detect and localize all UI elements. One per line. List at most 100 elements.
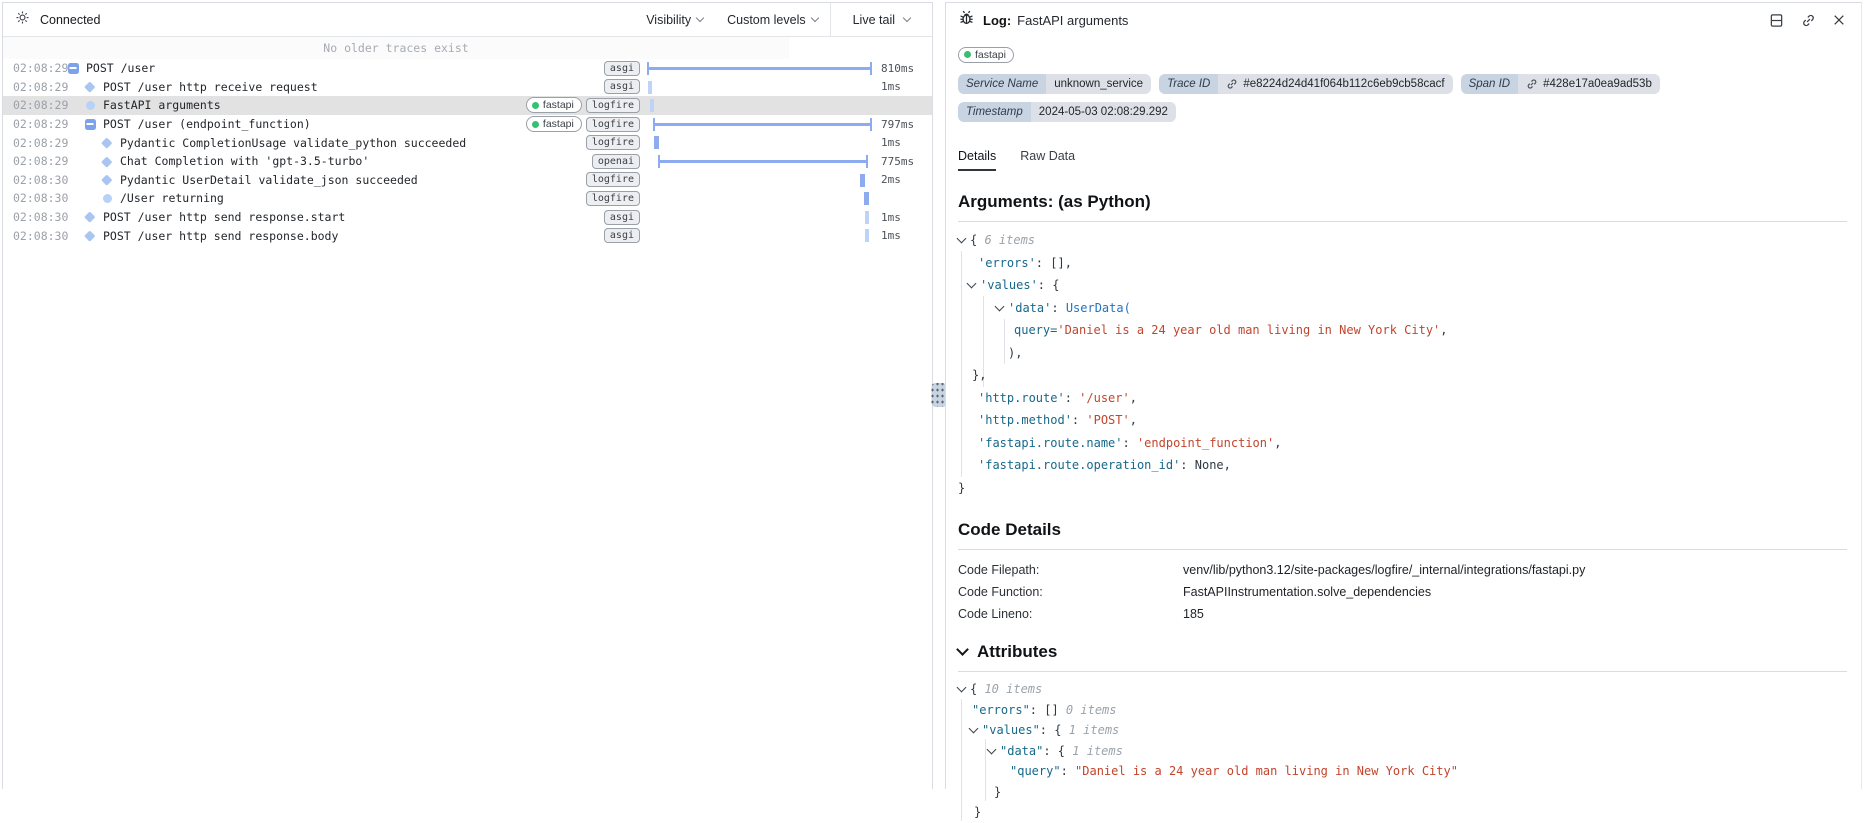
duration-bar — [647, 208, 872, 227]
trace-timestamp: 02:08:30 — [3, 210, 67, 224]
span-kind-icon — [84, 81, 96, 93]
collapse-chevron-icon[interactable] — [957, 234, 967, 244]
copy-link-icon[interactable] — [1801, 13, 1816, 28]
trace-row[interactable]: 02:08:30 Pydantic UserDetail validate_js… — [3, 171, 932, 190]
collapse-chevron-icon[interactable] — [969, 724, 979, 734]
collapse-chevron-icon[interactable] — [957, 683, 967, 693]
span-badges: asgi — [604, 228, 647, 243]
arguments-heading: Arguments: (as Python) — [958, 192, 1847, 212]
metadata-chip: Span ID #428e17a0ea9ad53b — [1461, 74, 1660, 94]
fastapi-badge: fastapi — [526, 116, 582, 132]
trace-row[interactable]: 02:08:29 FastAPI arguments fastapilogfir… — [3, 96, 932, 115]
chevron-down-icon — [696, 14, 704, 22]
span-kind-icon — [84, 230, 96, 242]
trace-panel: Connected Visibility Custom levels Live … — [2, 2, 933, 789]
chip-value: #428e17a0ea9ad53b — [1518, 74, 1660, 94]
close-icon[interactable] — [1833, 14, 1845, 26]
section-divider — [958, 671, 1847, 672]
metadata-chip: Timestamp 2024-05-03 02:08:29.292 — [958, 102, 1176, 122]
duration-label: 1ms — [872, 229, 932, 242]
duration-bar — [647, 133, 872, 152]
trace-row[interactable]: 02:08:29 POST /user asgi 810ms — [3, 59, 932, 78]
trace-timestamp: 02:08:29 — [3, 98, 67, 112]
code-line: "values": { 1 items — [958, 720, 1847, 741]
code-line: "data": { 1 items — [958, 741, 1847, 762]
logfire-badge: logfire — [586, 135, 640, 150]
span-kind-icon — [67, 62, 79, 74]
tab-raw-data[interactable]: Raw Data — [1020, 149, 1075, 171]
span-kind-icon — [101, 192, 113, 204]
panel-layout-icon[interactable] — [1769, 13, 1784, 28]
collapse-chevron-icon[interactable] — [995, 301, 1005, 311]
duration-label: 1ms — [872, 80, 932, 93]
duration-bar-shape — [648, 81, 652, 94]
attributes-json-tree: { 10 items"errors": [] 0 items"values": … — [958, 679, 1847, 823]
chip-value: 2024-05-03 02:08:29.292 — [1031, 102, 1176, 122]
code-details-table: Code Filepath: venv/lib/python3.12/site-… — [958, 559, 1847, 625]
span-kind-icon — [101, 155, 113, 167]
fastapi-badge: fastapi — [526, 97, 582, 113]
chevron-down-icon — [903, 14, 911, 22]
span-name: Pydantic UserDetail validate_json succee… — [120, 173, 418, 187]
settings-gear-icon[interactable] — [15, 10, 30, 30]
service-tag: fastapi — [958, 47, 1014, 63]
duration-bar-shape — [865, 211, 869, 224]
openai-badge: openai — [592, 154, 640, 169]
trace-row[interactable]: 02:08:29 Pydantic CompletionUsage valida… — [3, 133, 932, 152]
trace-row[interactable]: 02:08:29 POST /user http receive request… — [3, 78, 932, 97]
link-icon[interactable] — [1226, 78, 1238, 90]
trace-timestamp: 02:08:29 — [3, 136, 67, 150]
duration-bar — [647, 115, 872, 134]
trace-timestamp: 02:08:29 — [3, 80, 67, 94]
code-details-heading: Code Details — [958, 520, 1847, 540]
green-dot-icon — [532, 102, 539, 109]
chip-value-text: 2024-05-03 02:08:29.292 — [1039, 102, 1168, 122]
duration-bar-shape — [864, 192, 869, 205]
trace-row[interactable]: 02:08:29 POST /user (endpoint_function) … — [3, 115, 932, 134]
detail-panel-header: Log: FastAPI arguments — [946, 3, 1861, 37]
duration-bar-shape — [653, 118, 872, 131]
metadata-chip: Service Name unknown_service — [958, 74, 1151, 94]
collapse-chevron-icon[interactable] — [967, 279, 977, 289]
trace-row[interactable]: 02:08:30 POST /user http send response.b… — [3, 226, 932, 245]
trace-timestamp: 02:08:30 — [3, 173, 67, 187]
code-line: ), — [958, 342, 1847, 365]
span-badges: asgi — [604, 61, 647, 76]
code-line: 'fastapi.route.name': 'endpoint_function… — [958, 432, 1847, 455]
trace-row[interactable]: 02:08:29 Chat Completion with 'gpt-3.5-t… — [3, 152, 932, 171]
trace-row[interactable]: 02:08:30 POST /user http send response.s… — [3, 208, 932, 227]
visibility-dropdown[interactable]: Visibility — [634, 13, 715, 27]
live-tail-dropdown[interactable]: Live tail — [830, 3, 932, 36]
link-icon[interactable] — [1526, 78, 1538, 90]
bug-icon — [958, 9, 975, 31]
span-badges: logfire — [586, 172, 647, 187]
code-line: 'values': { — [958, 274, 1847, 297]
service-tag-label: fastapi — [975, 48, 1006, 62]
duration-bar-shape — [860, 174, 865, 187]
asgi-badge: asgi — [604, 210, 640, 225]
trace-row[interactable]: 02:08:30 /User returning logfire — [3, 189, 932, 208]
collapse-chevron-icon[interactable] — [987, 744, 997, 754]
code-line: "query": "Daniel is a 24 year old man li… — [958, 761, 1847, 782]
metadata-chips: Service Name unknown_service Trace ID #e… — [958, 74, 1838, 122]
span-name: FastAPI arguments — [103, 98, 221, 112]
code-detail-value: venv/lib/python3.12/site-packages/logfir… — [1183, 559, 1585, 581]
chip-value: #e8224d24d41f064b112c6eb9cb58cacf — [1218, 74, 1452, 94]
duration-bar — [647, 171, 872, 190]
chip-label: Timestamp — [958, 102, 1031, 122]
custom-levels-dropdown[interactable]: Custom levels — [715, 13, 830, 27]
duration-bar-shape — [647, 62, 872, 75]
trace-panel-controls: Visibility Custom levels Live tail — [634, 3, 932, 36]
code-line: { 6 items — [958, 229, 1847, 252]
trace-timestamp: 02:08:29 — [3, 117, 67, 131]
panel-resize-handle[interactable] — [933, 0, 945, 789]
arguments-python-tree: { 6 items'errors': [],'values': {'data':… — [958, 229, 1847, 499]
duration-bar-shape — [658, 155, 867, 168]
collapse-chevron-icon[interactable] — [956, 643, 969, 656]
chip-label: Span ID — [1461, 74, 1519, 94]
code-detail-label: Code Filepath: — [958, 559, 1183, 581]
tab-details[interactable]: Details — [958, 149, 996, 171]
code-line: 'errors': [], — [958, 252, 1847, 275]
code-detail-label: Code Lineno: — [958, 603, 1183, 625]
no-older-traces-notice: No older traces exist — [3, 37, 789, 59]
